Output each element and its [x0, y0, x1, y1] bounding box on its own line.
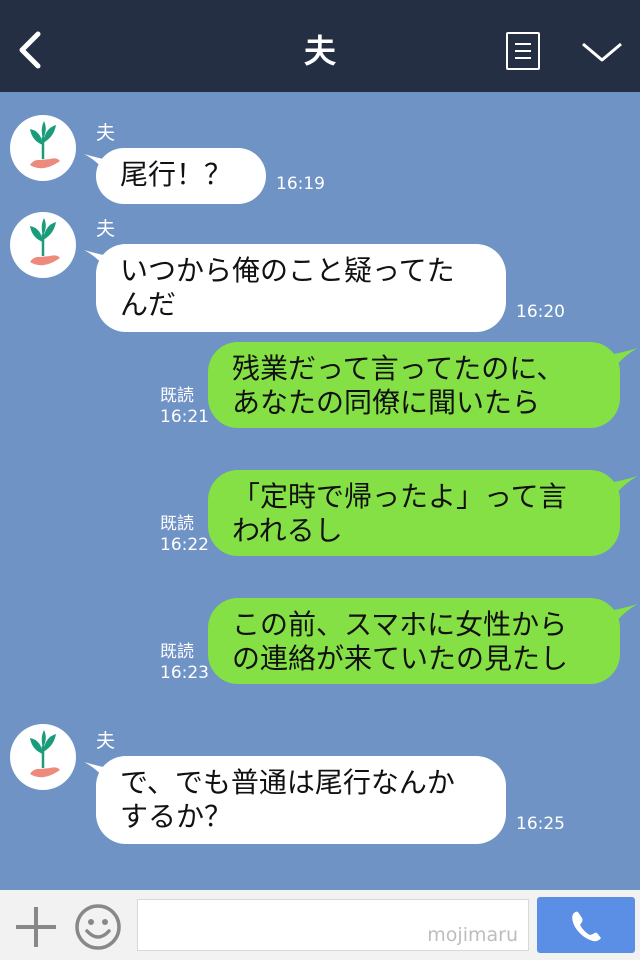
message-bubble[interactable]: 「定時で帰ったよ」って言 われるし [208, 470, 620, 556]
plant-in-hand-icon [30, 730, 60, 778]
message-time: 16:19 [276, 174, 325, 194]
sender-name: 夫 [96, 730, 116, 752]
menu-list-icon[interactable] [506, 32, 540, 70]
message-input[interactable]: mojimaru [137, 899, 529, 951]
bubble-tail [614, 348, 638, 368]
smiley-icon[interactable] [74, 903, 122, 951]
chat-header: 夫 [0, 0, 640, 92]
message-bubble[interactable]: いつから俺のこと疑ってた んだ [96, 244, 506, 332]
sender-name: 夫 [96, 122, 116, 144]
avatar[interactable] [10, 115, 76, 181]
read-receipt: 既読 16:23 [160, 642, 209, 683]
bubble-tail [614, 604, 638, 624]
call-button[interactable] [537, 897, 635, 953]
chat-area[interactable]: 夫 尾行！？ 16:19 夫 いつから俺のこと疑ってた んだ 16:20 既読 [0, 92, 640, 890]
avatar[interactable] [10, 212, 76, 278]
avatar[interactable] [10, 724, 76, 790]
message-bubble[interactable]: で、でも普通は尾行なんか するか？ [96, 756, 506, 844]
message-time: 16:20 [516, 302, 565, 322]
plant-in-hand-icon [30, 218, 60, 266]
chat-title: 夫 [303, 32, 336, 70]
read-receipt: 既読 16:22 [160, 514, 209, 555]
chevron-down-icon[interactable] [580, 36, 624, 66]
plant-in-hand-icon [30, 121, 60, 169]
read-receipt: 既読 16:21 [160, 386, 209, 427]
message-bubble[interactable]: 残業だって言ってたのに、 あなたの同僚に聞いたら [208, 342, 620, 428]
message-time: 16:25 [516, 814, 565, 834]
message-bubble[interactable]: この前、スマホに女性から の連絡が来ていたの見たし [208, 598, 620, 684]
bubble-tail [614, 476, 638, 496]
phone-icon [572, 911, 601, 942]
watermark: mojimaru [427, 924, 518, 946]
plus-icon[interactable] [14, 905, 58, 949]
message-bubble[interactable]: 尾行！？ [96, 148, 266, 204]
sender-name: 夫 [96, 218, 116, 240]
